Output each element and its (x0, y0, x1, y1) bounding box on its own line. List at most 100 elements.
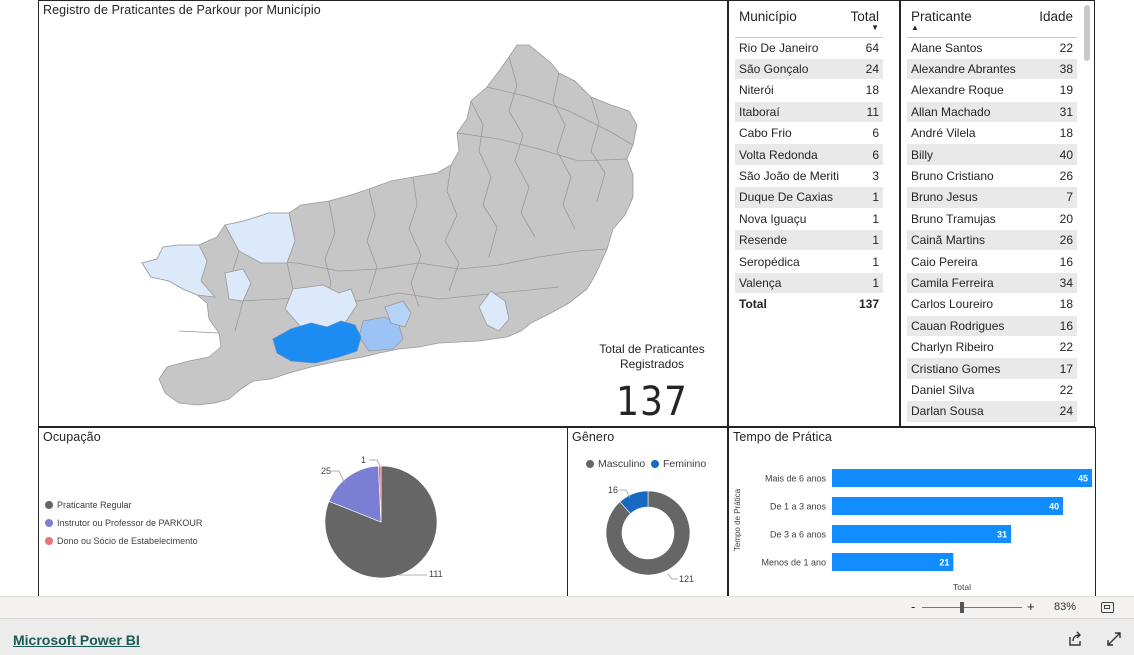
cell-name: Alexandre Abrantes (907, 58, 1032, 81)
col-header-praticante[interactable]: Praticante ▲ (907, 1, 1031, 37)
cell-name: Bruno Cristiano (907, 165, 1032, 188)
table-row[interactable]: Valença 1 (735, 272, 883, 295)
bar-value-label: 45 (1078, 474, 1088, 484)
table-row[interactable]: Duque De Caxias 1 (735, 186, 883, 209)
cell-name: Cainã Martins (907, 229, 1032, 252)
table-row[interactable]: Itaboraí 11 (735, 101, 883, 124)
fullscreen-icon[interactable] (1106, 631, 1122, 647)
cell-value: 19 (1031, 79, 1077, 102)
table-row[interactable]: Caio Pereira 16 (907, 250, 1077, 273)
bar[interactable] (832, 553, 954, 571)
share-icon[interactable] (1067, 631, 1083, 647)
cell-name: Niterói (735, 79, 846, 102)
cell-value: 11 (845, 101, 883, 124)
table-row[interactable]: Bruno Cristiano 26 (907, 165, 1077, 188)
zoom-slider-track[interactable] (922, 607, 1022, 608)
cell-value: 22 (1031, 379, 1077, 402)
table-row[interactable]: Rio De Janeiro 64 (735, 37, 883, 59)
praticante-table-visual: Praticante ▲ Idade Alane Santos 22 Alexand… (900, 0, 1095, 427)
vertical-scrollbar[interactable] (1084, 5, 1090, 61)
table-row[interactable]: Charlyn Ribeiro 22 (907, 336, 1077, 359)
cell-value: 26 (1031, 165, 1077, 188)
table-row[interactable]: André Vilela 18 (907, 122, 1077, 145)
zoom-bar: - + 83% (0, 596, 1134, 618)
cell-value: 16 (1031, 315, 1077, 337)
genero-visual: Gênero Masculino Feminino 121 16 (567, 427, 728, 597)
cell-name: Resende (735, 229, 846, 252)
zoom-out-button[interactable]: - (911, 599, 915, 614)
col-header-idade[interactable]: Idade (1031, 1, 1077, 37)
table-row[interactable]: Carlos Loureiro 18 (907, 293, 1077, 316)
cell-value: 22 (1031, 37, 1077, 59)
map-region-gray[interactable] (141, 44, 638, 406)
table-row[interactable]: Darlan Sousa 24 (907, 400, 1077, 423)
table-row[interactable]: Cainã Martins 26 (907, 229, 1077, 252)
table-row[interactable]: Volta Redonda 6 (735, 143, 883, 166)
zoom-level: 83% (1054, 601, 1077, 613)
bar[interactable] (832, 497, 1064, 515)
col-header-praticante-label: Praticante (911, 9, 972, 24)
table-row[interactable]: Cristiano Gomes 17 (907, 357, 1077, 380)
cell-name: Caio Pereira (907, 250, 1032, 273)
total-label: Total (735, 293, 846, 315)
table-row[interactable]: São João de Meriti 3 (735, 165, 883, 188)
col-header-total-label: Total (850, 9, 879, 24)
table-row[interactable]: Camila Ferreira 34 (907, 272, 1077, 295)
zoom-slider-thumb[interactable] (960, 602, 964, 613)
cell-name: Alexandre Roque (907, 79, 1032, 102)
cell-value: 1 (845, 229, 883, 252)
cell-value: 7 (1031, 186, 1077, 209)
cell-name: Seropédica (735, 250, 846, 273)
cell-name: Volta Redonda (735, 143, 846, 166)
kpi-total-value: 137 (616, 379, 688, 425)
table-row[interactable]: Bruno Tramujas 20 (907, 208, 1077, 231)
table-row[interactable]: Cauan Rodrigues 16 (907, 315, 1077, 337)
cell-name: Allan Machado (907, 101, 1032, 124)
cell-name: Bruno Jesus (907, 186, 1032, 209)
bar-value-label: 40 (1049, 502, 1059, 512)
cell-name: São João de Meriti (735, 165, 846, 188)
bar-value-label: 21 (939, 558, 949, 568)
fit-to-page-icon[interactable] (1101, 602, 1114, 613)
table-row[interactable]: Allan Machado 31 (907, 101, 1077, 124)
category-label: De 1 a 3 anos (770, 502, 827, 512)
cell-value: 17 (1031, 357, 1077, 380)
table-row[interactable]: Nova Iguaçu 1 (735, 208, 883, 231)
table-row[interactable]: Bruno Jesus 7 (907, 186, 1077, 209)
table-row[interactable]: Daniel Silva 22 (907, 379, 1077, 402)
cell-value: 1 (845, 208, 883, 231)
cell-value: 31 (1031, 101, 1077, 124)
table-row[interactable]: Alexandre Roque 19 (907, 79, 1077, 102)
cell-value: 6 (845, 122, 883, 145)
bar[interactable] (832, 469, 1092, 487)
table-row[interactable]: Cabo Frio 6 (735, 122, 883, 145)
table-row[interactable]: São Gonçalo 24 (735, 58, 883, 81)
cell-value: 24 (1031, 400, 1077, 423)
table-row[interactable]: Alane Santos 22 (907, 37, 1077, 59)
cell-name: Nova Iguaçu (735, 208, 846, 231)
cell-name: Cauan Rodrigues (907, 315, 1032, 337)
table-row[interactable]: Seropédica 1 (735, 250, 883, 273)
col-header-municipio[interactable]: Município (735, 1, 846, 37)
ocupacao-visual: Ocupação Praticante Regular Instrutor ou… (38, 427, 568, 597)
table-row[interactable]: Alexandre Abrantes 38 (907, 58, 1077, 81)
table-row[interactable]: Niterói 18 (735, 79, 883, 102)
kpi-label: Total de Praticantes Registrados (599, 342, 705, 371)
bar[interactable] (832, 525, 1012, 543)
cell-value: 22 (1031, 336, 1077, 359)
table-row[interactable]: Resende 1 (735, 229, 883, 252)
zoom-in-button[interactable]: + (1027, 599, 1035, 614)
table-row[interactable]: Billy 40 (907, 143, 1077, 166)
municipio-table: Município Total ▼ Rio De Janeiro 64 São Go… (735, 1, 883, 315)
sort-desc-icon: ▼ (871, 23, 879, 32)
cell-name: Alane Santos (907, 37, 1032, 59)
cell-name: Carlos Loureiro (907, 293, 1032, 316)
col-header-total[interactable]: Total ▼ (846, 1, 883, 37)
total-value: 137 (845, 293, 883, 315)
power-bi-link[interactable]: Microsoft Power BI (13, 632, 140, 648)
genero-donut-chart: 121 16 (605, 485, 694, 584)
cell-name: Camila Ferreira (907, 272, 1032, 295)
cell-value: 34 (1031, 272, 1077, 295)
cell-name: Daniel Silva (907, 379, 1032, 402)
cell-name: Darlan Sousa (907, 400, 1032, 423)
